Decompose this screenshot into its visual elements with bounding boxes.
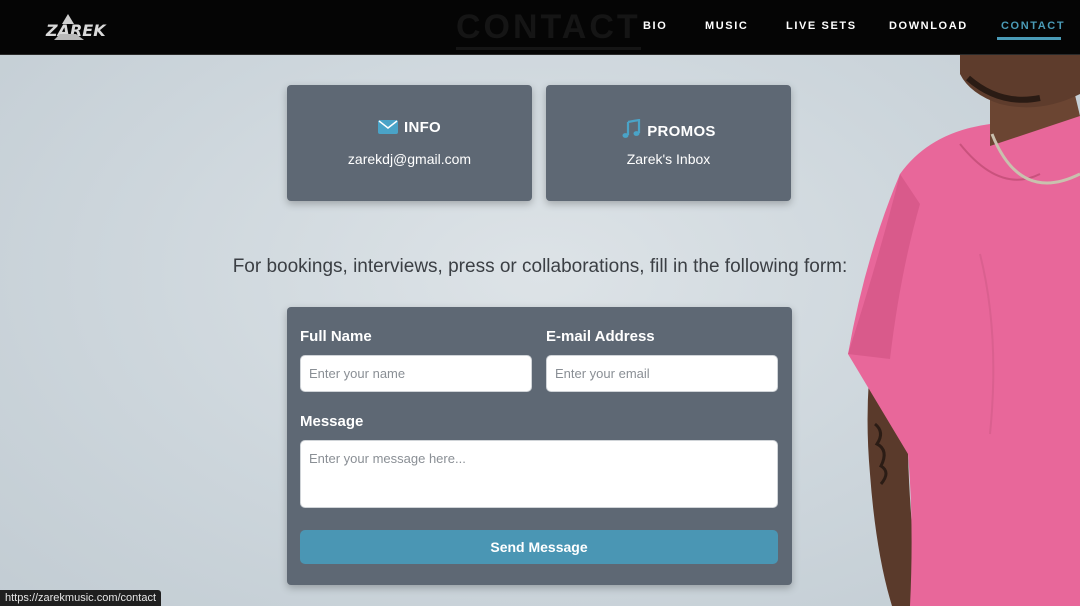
nav-bio[interactable]: BIO [643, 20, 667, 32]
info-card-title-row: INFO [287, 119, 532, 139]
envelope-icon [377, 119, 398, 139]
promos-card-inbox[interactable]: Zarek's Inbox [546, 151, 791, 167]
top-navigation-bar: ZAREK CONTACT BIO MUSIC LIVE SETS DOWNLO… [0, 0, 1080, 55]
info-card: INFO zarekdj@gmail.com [287, 85, 532, 201]
nav-active-underline [997, 37, 1061, 40]
contact-form: Full Name Enter your name E-mail Address… [287, 307, 792, 585]
nav-music[interactable]: MUSIC [705, 20, 748, 32]
email-label: E-mail Address [546, 328, 655, 345]
info-card-title: INFO [403, 119, 442, 136]
nav-contact[interactable]: CONTACT [1001, 20, 1065, 32]
form-intro-text: For bookings, interviews, press or colla… [232, 256, 848, 277]
promos-card-title-row: PROMOS [546, 118, 791, 143]
message-placeholder: Enter your message here... [309, 451, 466, 466]
full-name-placeholder: Enter your name [309, 366, 406, 381]
promos-card-title: PROMOS [647, 123, 716, 140]
nav-live-sets[interactable]: LIVE SETS [786, 20, 857, 32]
model-photo [848, 54, 1080, 606]
full-name-label: Full Name [300, 328, 372, 345]
ghost-page-title: CONTACT [456, 8, 641, 50]
info-card-email[interactable]: zarekdj@gmail.com [287, 151, 532, 167]
message-label: Message [300, 413, 364, 430]
message-textarea[interactable]: Enter your message here... [300, 440, 778, 508]
send-message-button[interactable]: Send Message [300, 530, 778, 564]
email-input[interactable]: Enter your email [546, 355, 778, 392]
email-placeholder: Enter your email [555, 366, 650, 381]
full-name-input[interactable]: Enter your name [300, 355, 532, 392]
nav-download[interactable]: DOWNLOAD [889, 20, 968, 32]
status-bar-url: https://zarekmusic.com/contact [0, 590, 161, 606]
zarek-logo[interactable]: ZAREK [44, 12, 116, 42]
promos-card: PROMOS Zarek's Inbox [546, 85, 791, 201]
music-note-icon [621, 118, 641, 143]
